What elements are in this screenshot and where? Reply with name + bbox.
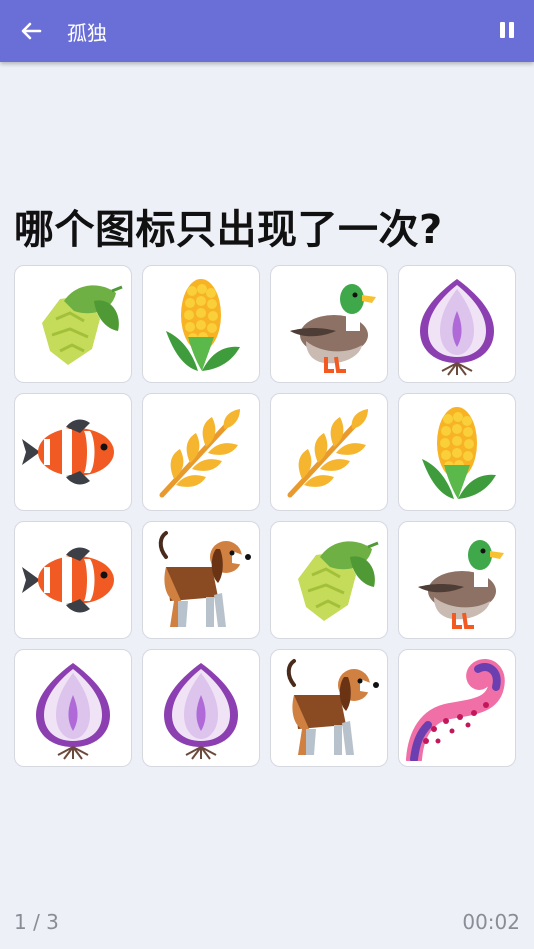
onion-icon [164,663,238,760]
corn-icon [422,407,496,499]
grid-tile[interactable] [142,265,260,383]
grid-tile[interactable] [142,521,260,639]
grid-tile[interactable] [14,521,132,639]
grid-tile[interactable] [398,393,516,511]
duck-icon [418,540,504,629]
question-text: 哪个图标只出现了一次? [14,207,443,253]
screen-title: 孤独 [67,21,107,45]
grid-tile[interactable] [142,393,260,511]
clownfish-icon [22,547,114,613]
onion-icon [36,663,110,760]
onion-icon [420,279,494,376]
duck-icon [290,284,376,373]
hop-icon [298,541,379,621]
grid-tile[interactable] [142,649,260,767]
top-app-bar: 孤独 [0,0,534,62]
progress-counter: 1 / 3 [14,910,59,934]
grid-tile[interactable] [270,649,388,767]
pause-button[interactable] [500,22,516,40]
elapsed-timer: 00:02 [462,910,520,934]
arrow-left-icon [21,22,42,40]
pause-icon [500,22,505,38]
grid-tile[interactable] [398,521,516,639]
grid-tile[interactable] [270,393,388,511]
grid-tile[interactable] [398,649,516,767]
grid-tile[interactable] [270,265,388,383]
grid-tile[interactable] [14,393,132,511]
corn-icon [166,279,240,371]
icon-grid [14,265,520,773]
grid-tile[interactable] [398,265,516,383]
dog-icon [158,531,251,627]
grid-tile[interactable] [14,649,132,767]
clownfish-icon [22,419,114,485]
octopus-tentacle-icon [406,659,505,761]
wheat-icon [159,409,240,498]
dog-icon [286,659,379,755]
wheat-icon [287,409,368,498]
hop-icon [42,285,123,365]
grid-tile[interactable] [270,521,388,639]
grid-tile[interactable] [14,265,132,383]
back-button[interactable] [16,16,46,46]
